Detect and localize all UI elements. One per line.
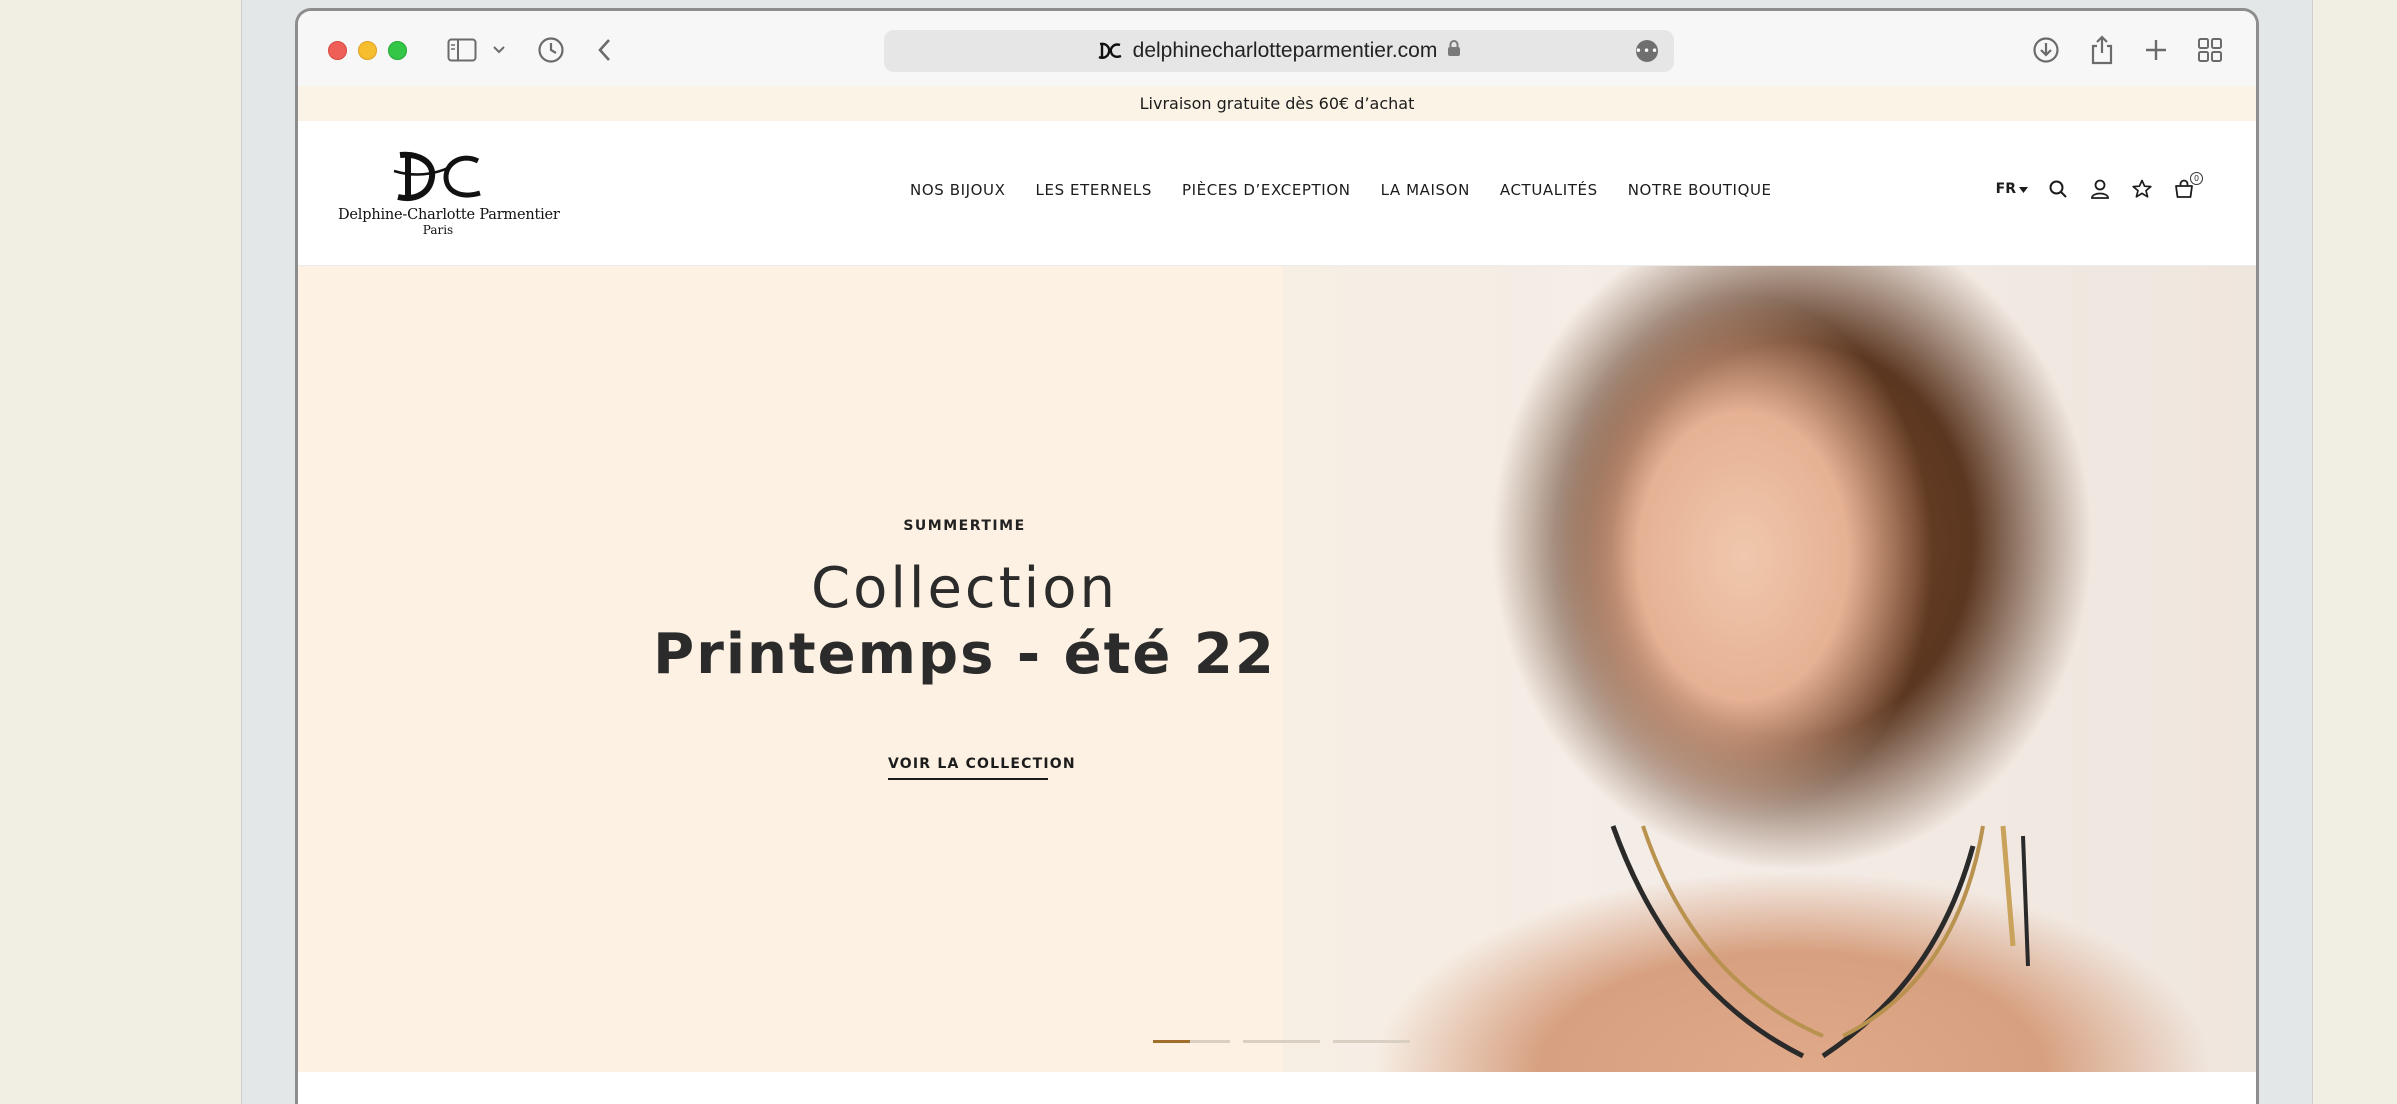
logo-name: Delphine-Charlotte Parmentier (338, 207, 560, 223)
view-collection-link[interactable]: VOIR LA COLLECTION (888, 756, 1075, 780)
hero-text-block: SUMMERTIME Collection Printemps - été 22… (298, 266, 1631, 1072)
site-favicon-icon (1097, 41, 1123, 61)
logo-city: Paris (422, 223, 454, 237)
site-header: Delphine-Charlotte Parmentier Paris NOS … (298, 121, 2256, 266)
language-label: FR (1995, 181, 2016, 197)
clock-icon[interactable] (536, 35, 566, 65)
plus-icon[interactable] (2141, 35, 2171, 65)
sidebar-icon[interactable] (446, 35, 478, 65)
carousel-dot-2[interactable] (1243, 1040, 1320, 1043)
address-text-group: delphinecharlotteparmentier.com (884, 30, 1674, 72)
chevron-down-icon[interactable] (491, 35, 507, 65)
hero-banner: SUMMERTIME Collection Printemps - été 22… (298, 266, 2256, 1072)
caret-down-icon (2019, 181, 2028, 197)
nav-item-nos-bijoux[interactable]: NOS BIJOUX (910, 181, 1006, 199)
hero-eyebrow: SUMMERTIME (903, 518, 1026, 534)
address-url: delphinecharlotteparmentier.com (1132, 39, 1438, 62)
nav-item-pieces-exception[interactable]: PIÈCES D’EXCEPTION (1182, 181, 1351, 199)
nav-item-les-eternels[interactable]: LES ETERNELS (1036, 181, 1152, 199)
main-nav: NOS BIJOUX LES ETERNELS PIÈCES D’EXCEPTI… (910, 181, 1772, 199)
carousel-indicators (1153, 1040, 1410, 1043)
browser-toolbar: delphinecharlotteparmentier.com ••• (298, 11, 2256, 86)
download-icon[interactable] (2031, 35, 2061, 65)
lock-icon (1447, 39, 1461, 63)
zoom-window-button[interactable] (388, 41, 407, 60)
ellipsis-icon[interactable]: ••• (1635, 40, 1658, 62)
promo-banner: Livraison gratuite dès 60€ d’achat (298, 86, 2256, 121)
hero-title-line2: Printemps - été 22 (653, 622, 1276, 687)
search-icon[interactable] (2046, 177, 2070, 201)
chevron-left-icon[interactable] (594, 35, 614, 65)
close-window-button[interactable] (328, 41, 347, 60)
logo-monogram-icon (393, 151, 481, 201)
carousel-dot-3[interactable] (1333, 1040, 1410, 1043)
cart-icon[interactable]: 0 (2172, 172, 2203, 201)
header-utilities: FR 0 (1996, 172, 2203, 201)
language-selector[interactable]: FR (1996, 181, 2028, 197)
grid-icon[interactable] (2195, 35, 2225, 65)
account-icon[interactable] (2088, 177, 2112, 201)
minimize-window-button[interactable] (358, 41, 377, 60)
nav-item-notre-boutique[interactable]: NOTRE BOUTIQUE (1628, 181, 1772, 199)
page-below-fold (298, 1072, 2256, 1104)
wishlist-star-icon[interactable] (2130, 177, 2154, 201)
browser-window: delphinecharlotteparmentier.com ••• Livr… (295, 8, 2259, 1104)
site-logo[interactable]: Delphine-Charlotte Parmentier Paris (338, 149, 560, 249)
cart-count-badge: 0 (2190, 172, 2203, 185)
nav-item-actualites[interactable]: ACTUALITÉS (1500, 181, 1598, 199)
carousel-dot-1[interactable] (1153, 1040, 1230, 1043)
hero-title-line1: Collection (811, 556, 1118, 621)
nav-item-la-maison[interactable]: LA MAISON (1381, 181, 1470, 199)
promo-text: Livraison gratuite dès 60€ d’achat (1139, 94, 1415, 113)
share-icon[interactable] (2087, 35, 2117, 65)
address-bar[interactable]: delphinecharlotteparmentier.com ••• (884, 30, 1674, 72)
